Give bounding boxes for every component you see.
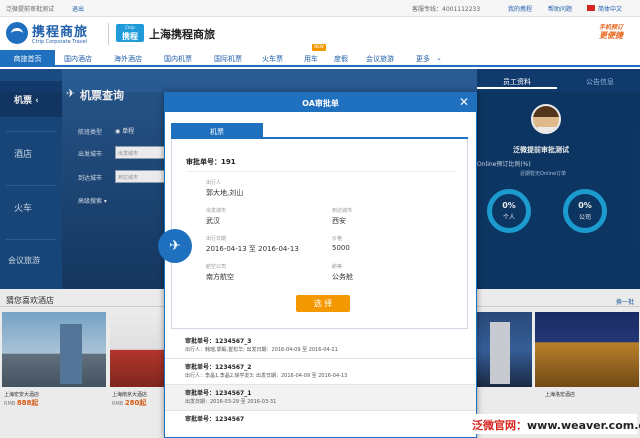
- logo-english-text: Ctrip Corporate Travel: [32, 39, 88, 45]
- ctrip-badge: Ctrip 携程: [116, 24, 144, 42]
- nav-home[interactable]: 商旅首页: [0, 50, 55, 67]
- language-select[interactable]: 简体中文: [598, 4, 622, 13]
- ctrip-badge-cn: 携程: [122, 32, 138, 41]
- nav-vacation[interactable]: 度假: [334, 54, 348, 64]
- watermark: 泛微官网：www.weaver.com.cn: [472, 414, 640, 434]
- tab-staff-info[interactable]: 员工资料: [477, 75, 557, 89]
- top-bar: 泛微提前审批测试 退出 客服专线：4001112233 我的携程 帮助问题 简体…: [0, 0, 640, 17]
- list-item-number: 审批单号：1234567: [185, 416, 245, 423]
- from-value: 武汉: [206, 217, 220, 225]
- list-item-info: 出行人：李晶1,李晶2,徐学友3; 出发日期：2016-04-09 至 2016…: [185, 373, 348, 379]
- tab-notice[interactable]: 公告信息: [560, 75, 640, 89]
- date-label: 出行日期: [206, 236, 227, 242]
- greeting-text: 泛微提前审批测试: [6, 6, 55, 13]
- help-link[interactable]: 帮助问题: [548, 4, 572, 13]
- chevron-down-icon: ⌄: [436, 54, 442, 62]
- my-trips-link[interactable]: 我的携程: [508, 4, 532, 13]
- traveler-label: 出行人: [206, 180, 222, 186]
- approval-list: 审批单号：1234567_3 出行人：韩瑶,郭毅,崔松华; 出发日期：2016-…: [165, 333, 476, 437]
- list-item[interactable]: 审批单号：1234567_2 出行人：李晶1,李晶2,徐学友3; 出发日期：20…: [165, 359, 476, 385]
- logout-link[interactable]: 退出: [72, 4, 84, 13]
- main-nav: 商旅首页 国内酒店 海外酒店 国内机票 国际机票 火车票 用车 度假 会议旅游 …: [0, 50, 640, 67]
- date-value: 2016-04-13 至 2016-04-13: [206, 245, 299, 253]
- close-icon[interactable]: ✕: [457, 95, 471, 109]
- mobile-promo[interactable]: 手机预订 更便捷: [588, 20, 634, 46]
- list-item-info: 出发日期：2016-03-29 至 2016-03-31: [185, 399, 277, 405]
- airplane-icon: ✈: [158, 229, 192, 263]
- page: 泛微提前审批测试 退出 客服专线：4001112233 我的携程 帮助问题 简体…: [0, 0, 640, 438]
- ctrip-corporate-logo[interactable]: 携程商旅 Ctrip Corporate Travel: [6, 20, 104, 48]
- traveler-value: 郭大地,刘山: [206, 189, 244, 197]
- list-item[interactable]: 审批单号：1234567_1 出发日期：2016-03-29 至 2016-03…: [165, 385, 476, 411]
- nav-car[interactable]: 用车: [304, 54, 318, 64]
- nav-train[interactable]: 火车票: [262, 54, 283, 64]
- watermark-text: 泛微官网：www.weaver.com.cn: [472, 417, 640, 433]
- from-label: 出发城市: [206, 208, 227, 214]
- list-item-number: 审批单号：1234567_3: [185, 338, 252, 345]
- china-flag-icon: [587, 5, 595, 11]
- logo-chinese-text: 携程商旅: [32, 25, 89, 40]
- list-item-info: 出行人：韩瑶,郭毅,崔松华; 出发日期：2016-04-09 至 2016-04…: [185, 347, 338, 353]
- new-badge: NEW: [312, 44, 326, 51]
- to-label: 到达城市: [332, 208, 353, 214]
- airline-label: 航空公司: [206, 264, 227, 270]
- site-title: 上海携程商旅: [149, 28, 215, 41]
- oa-approval-modal: OA审批单 ✕ 机票 ✈ 审批单号：191 出行人 郭大地,刘山 出发城市 武汉…: [158, 92, 477, 438]
- list-item[interactable]: 审批单号：1234567_3 出行人：韩瑶,郭毅,崔松华; 出发日期：2016-…: [165, 333, 476, 359]
- cabin-label: 舱等: [332, 264, 343, 270]
- nav-overseas-hotel[interactable]: 海外酒店: [114, 54, 142, 64]
- price-label: 价格: [332, 236, 343, 242]
- select-button[interactable]: 选 择: [296, 295, 350, 312]
- modal-header: OA审批单 ✕: [165, 93, 476, 112]
- to-value: 西安: [332, 217, 346, 225]
- watermark-prefix: 泛微官网：: [472, 419, 527, 432]
- dolphin-logo-icon: [6, 22, 28, 44]
- watermark-url: www.weaver.com.cn: [527, 419, 640, 432]
- modal-tabs: 机票: [171, 123, 468, 139]
- header-divider: [108, 23, 109, 45]
- list-item[interactable]: 审批单号：1234567: [165, 411, 476, 437]
- modal-title: OA审批单: [302, 99, 339, 108]
- hotline-text: 客服专线：4001112233: [412, 6, 481, 13]
- ctrip-badge-en: Ctrip: [125, 25, 135, 30]
- airline-value: 南方航空: [206, 273, 234, 281]
- nav-domestic-hotel[interactable]: 国内酒店: [64, 54, 92, 64]
- list-item-number: 审批单号：1234567_2: [185, 364, 252, 371]
- tab-flight[interactable]: 机票: [171, 123, 263, 139]
- nav-more[interactable]: 更多: [416, 54, 430, 64]
- cabin-value: 公务舱: [332, 273, 353, 281]
- approval-detail: ✈ 审批单号：191 出行人 郭大地,刘山 出发城市 武汉 到达城市 西安 出行…: [158, 139, 468, 329]
- approval-number: 审批单号：191: [186, 158, 236, 166]
- promo-line-2: 更便捷: [599, 31, 623, 40]
- price-value: 5000: [332, 244, 350, 252]
- nav-meeting[interactable]: 会议旅游: [366, 54, 394, 64]
- nav-domestic-flight[interactable]: 国内机票: [164, 54, 192, 64]
- list-item-number: 审批单号：1234567_1: [185, 390, 252, 397]
- nav-intl-flight[interactable]: 国际机票: [214, 54, 242, 64]
